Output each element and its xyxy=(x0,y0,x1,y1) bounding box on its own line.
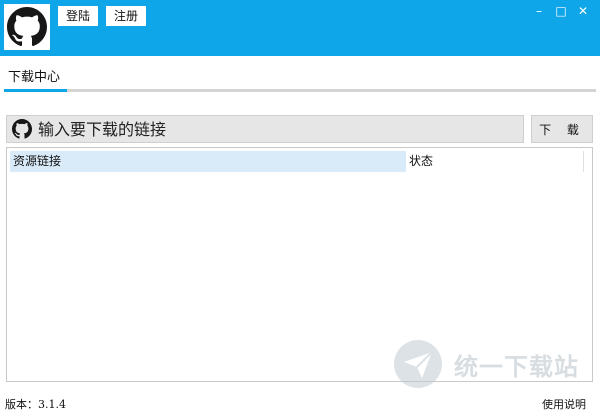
download-button[interactable]: 下 载 xyxy=(531,115,593,143)
close-icon[interactable]: ✕ xyxy=(572,2,594,20)
login-button[interactable]: 登陆 xyxy=(58,6,99,26)
window-controls: – □ ✕ xyxy=(528,2,594,20)
github-octocat-icon xyxy=(7,7,47,47)
maximize-icon[interactable]: □ xyxy=(550,2,572,20)
watermark-text: 统一下载站 xyxy=(454,352,579,381)
help-link[interactable]: 使用说明 xyxy=(542,396,586,412)
column-header-resource-link[interactable]: 资源链接 xyxy=(10,151,406,172)
active-tab-indicator xyxy=(4,89,67,92)
url-input-box xyxy=(6,115,524,143)
column-header-status[interactable]: 状态 xyxy=(406,151,583,172)
watermark: 统一下载站 xyxy=(392,334,592,394)
github-icon xyxy=(12,119,32,139)
app-logo xyxy=(4,4,50,50)
paper-plane-logo-icon xyxy=(394,340,442,388)
header-bar: 登陆 注册 – □ ✕ xyxy=(0,0,600,56)
column-divider xyxy=(583,151,584,172)
url-input[interactable] xyxy=(38,117,523,141)
minimize-icon[interactable]: – xyxy=(528,2,550,20)
tab-download-center[interactable]: 下载中心 xyxy=(8,66,60,85)
version-label: 版本：3.1.4 xyxy=(5,398,66,411)
tab-track xyxy=(4,89,596,92)
register-button[interactable]: 注册 xyxy=(106,6,147,26)
